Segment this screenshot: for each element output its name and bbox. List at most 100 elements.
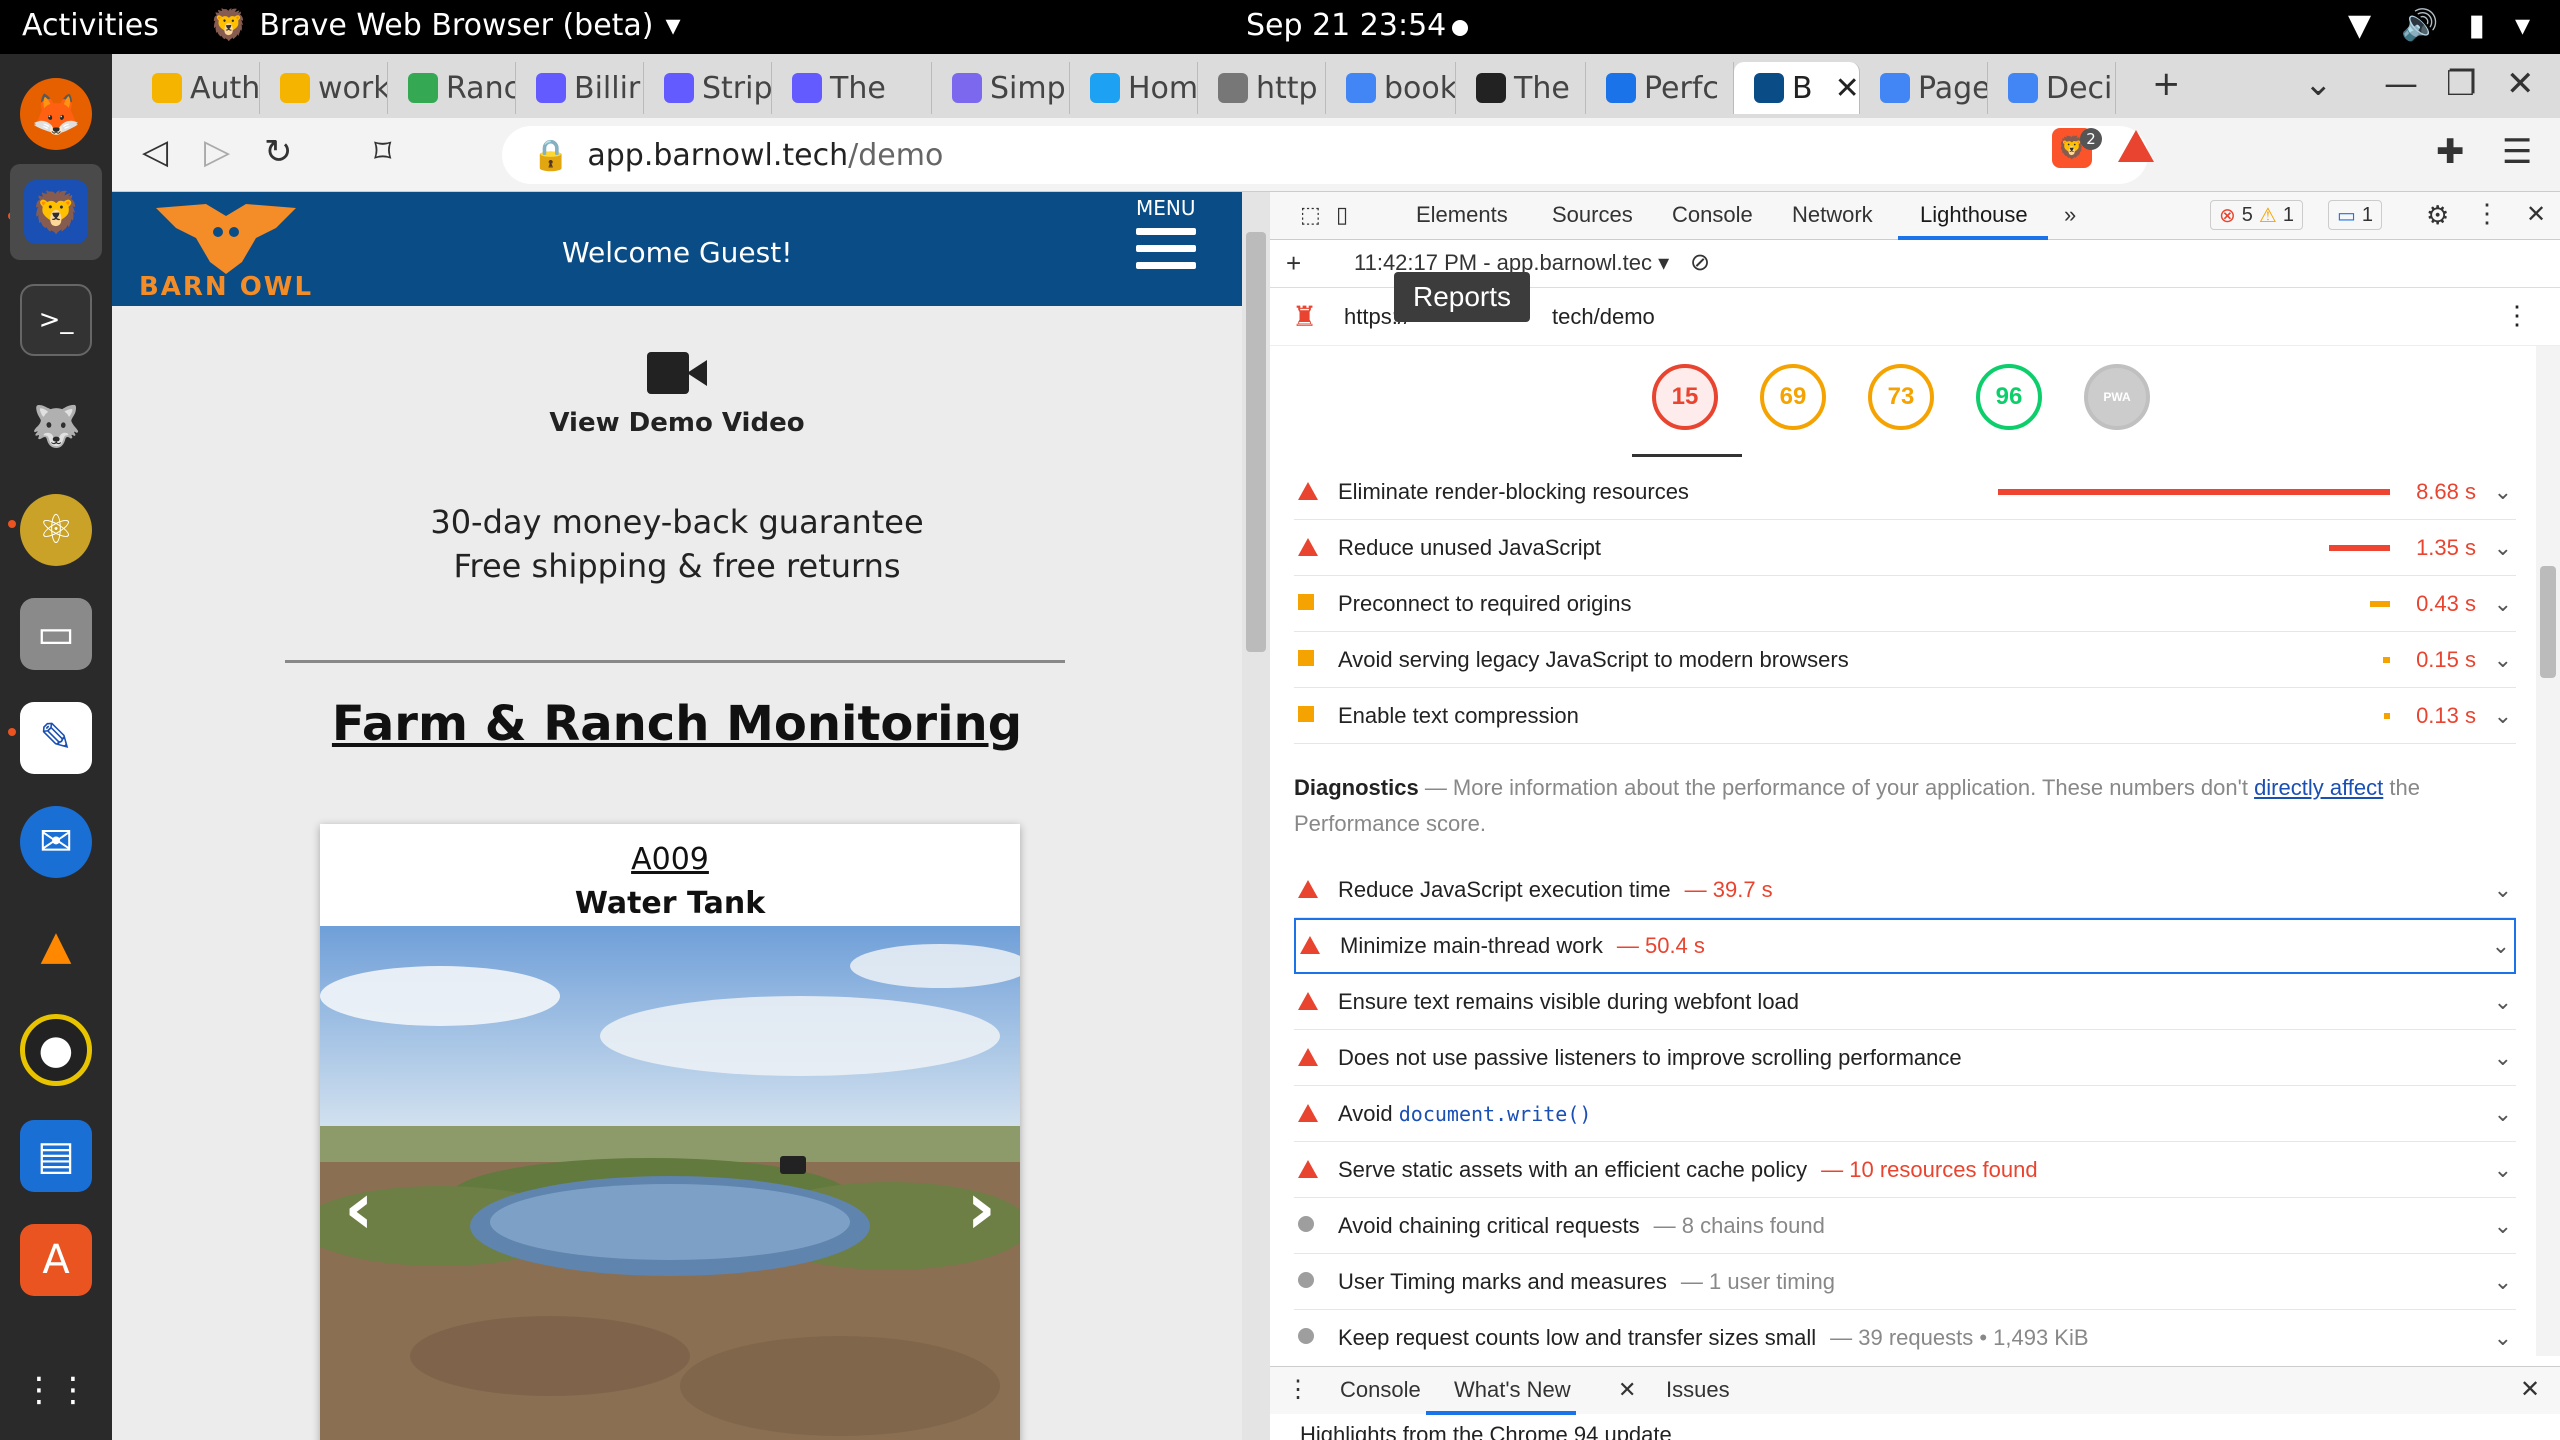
- tab-sources[interactable]: Sources: [1552, 202, 1633, 228]
- drawer-tab-whats-new[interactable]: What's New: [1454, 1377, 1571, 1403]
- chevron-down-icon[interactable]: ⌄: [2494, 647, 2512, 673]
- score-gauge[interactable]: 69: [1760, 364, 1826, 430]
- clear-reports-icon[interactable]: ⊘: [1690, 248, 1710, 277]
- new-report-icon[interactable]: +: [1286, 248, 1301, 279]
- vlc-icon[interactable]: ▲: [20, 910, 92, 982]
- score-gauge[interactable]: 73: [1868, 364, 1934, 430]
- tab-lighthouse[interactable]: Lighthouse: [1920, 202, 2028, 228]
- page-scrollbar-thumb[interactable]: [1246, 232, 1266, 652]
- browser-tab[interactable]: Perfc: [1586, 62, 1734, 114]
- diagnostic-row[interactable]: Keep request counts low and transfer siz…: [1294, 1310, 2516, 1356]
- messages-counter[interactable]: ▭ 1: [2328, 200, 2383, 230]
- browser-tab[interactable]: The: [1456, 62, 1586, 114]
- browser-tab[interactable]: http: [1198, 62, 1326, 114]
- opportunity-row[interactable]: Preconnect to required origins 0.43 s ⌄: [1294, 576, 2516, 632]
- menu-button[interactable]: MENU: [1136, 196, 1196, 279]
- score-gauge[interactable]: 15: [1652, 364, 1718, 430]
- browser-tab[interactable]: Hom: [1070, 62, 1198, 114]
- devtools-scrollbar-thumb[interactable]: [2540, 566, 2556, 678]
- opportunity-row[interactable]: Reduce unused JavaScript 1.35 s ⌄: [1294, 520, 2516, 576]
- extensions-icon[interactable]: ✚: [2436, 132, 2465, 172]
- back-icon[interactable]: ◁: [142, 132, 168, 172]
- browser-tab[interactable]: B ✕: [1734, 62, 1860, 114]
- tab-elements[interactable]: Elements: [1416, 202, 1508, 228]
- chevron-down-icon[interactable]: ⌄: [2494, 703, 2512, 729]
- score-gauge[interactable]: 96: [1976, 364, 2042, 430]
- next-photo-arrow[interactable]: ›: [966, 1166, 996, 1250]
- report-menu-icon[interactable]: ⋮: [2504, 300, 2530, 331]
- browser-tab[interactable]: book: [1326, 62, 1456, 114]
- browser-tab[interactable]: Page: [1860, 62, 1988, 114]
- system-tray[interactable]: ▼ 🔊 ▮ ▾: [2348, 8, 2530, 43]
- inspect-element-icon[interactable]: ⬚: [1300, 202, 1321, 228]
- score-gauge[interactable]: PWA: [2084, 364, 2150, 430]
- chevron-down-icon[interactable]: ⌄: [2494, 591, 2512, 617]
- close-tab-icon[interactable]: ✕: [1618, 1377, 1636, 1403]
- diagnostic-row[interactable]: Serve static assets with an efficient ca…: [1294, 1142, 2516, 1198]
- close-drawer-icon[interactable]: ✕: [2520, 1375, 2540, 1404]
- minimize-icon[interactable]: —: [2384, 64, 2418, 104]
- chevron-down-icon[interactable]: ⌄: [2494, 989, 2512, 1015]
- browser-tab[interactable]: Deci: [1988, 62, 2116, 114]
- devtools-scrollbar[interactable]: [2536, 346, 2560, 1356]
- show-apps-icon[interactable]: ⋮⋮: [20, 1354, 92, 1426]
- drawer-menu-icon[interactable]: ⋮: [1286, 1375, 1310, 1404]
- chevron-down-icon[interactable]: ⌄: [2494, 1269, 2512, 1295]
- bookmark-icon[interactable]: ⌑: [374, 132, 391, 172]
- chevron-down-icon[interactable]: ⌄: [2494, 1157, 2512, 1183]
- browser-tab[interactable]: work: [260, 62, 388, 114]
- drawer-tab-console[interactable]: Console: [1340, 1377, 1421, 1403]
- browser-menu-icon[interactable]: ☰: [2502, 132, 2532, 172]
- activities-button[interactable]: Activities: [22, 8, 159, 43]
- more-tabs-icon[interactable]: »: [2064, 202, 2076, 228]
- tab-network[interactable]: Network: [1792, 202, 1873, 228]
- directly-affect-link[interactable]: directly affect: [2254, 775, 2383, 800]
- opportunity-row[interactable]: Avoid serving legacy JavaScript to moder…: [1294, 632, 2516, 688]
- chevron-down-icon[interactable]: ⌄: [2494, 1045, 2512, 1071]
- files-icon[interactable]: ▭: [20, 598, 92, 670]
- firefox-icon[interactable]: 🦊: [20, 78, 92, 150]
- software-icon[interactable]: A: [20, 1224, 92, 1296]
- browser-tab[interactable]: Ranc: [388, 62, 516, 114]
- close-tab-icon[interactable]: ✕: [1835, 71, 1859, 106]
- chevron-down-icon[interactable]: ⌄: [2494, 535, 2512, 561]
- diagnostic-row[interactable]: Reduce JavaScript execution time — 39.7 s…: [1294, 862, 2516, 918]
- thunderbird-icon[interactable]: ✉: [20, 806, 92, 878]
- restore-icon[interactable]: ❐: [2446, 64, 2476, 104]
- browser-tab[interactable]: Simp: [932, 62, 1070, 114]
- camera-code[interactable]: A009: [320, 842, 1020, 877]
- diagnostic-row[interactable]: Minimize main-thread work — 50.4 s ⌄: [1294, 918, 2516, 974]
- close-devtools-icon[interactable]: ✕: [2526, 200, 2546, 229]
- text-editor-icon[interactable]: ✎: [20, 702, 92, 774]
- forward-icon[interactable]: ▷: [204, 132, 230, 172]
- chevron-down-icon[interactable]: ⌄: [2494, 877, 2512, 903]
- writer-icon[interactable]: ▤: [20, 1120, 92, 1192]
- new-tab-button[interactable]: +: [2152, 64, 2181, 104]
- issues-counter[interactable]: ⊗ 5 ⚠ 1: [2210, 200, 2303, 230]
- demo-video-link[interactable]: View Demo Video: [112, 352, 1242, 438]
- reload-icon[interactable]: ↻: [264, 132, 293, 172]
- section-title[interactable]: Farm & Ranch Monitoring: [112, 696, 1242, 752]
- diagnostic-row[interactable]: Ensure text remains visible during webfo…: [1294, 974, 2516, 1030]
- diagnostic-row[interactable]: Avoid chaining critical requests — 8 chai…: [1294, 1198, 2516, 1254]
- chevron-down-icon[interactable]: ⌄: [2494, 1325, 2512, 1351]
- diagnostic-row[interactable]: Does not use passive listeners to improv…: [1294, 1030, 2516, 1086]
- barn-owl-logo[interactable]: BARN OWL: [136, 198, 316, 302]
- terminal-icon[interactable]: >_: [20, 284, 92, 356]
- settings-gear-icon[interactable]: ⚙: [2426, 200, 2449, 231]
- prev-photo-arrow[interactable]: ‹: [344, 1166, 374, 1250]
- rhythmbox-icon[interactable]: ●: [20, 1014, 92, 1086]
- gimp-icon[interactable]: 🐺: [20, 390, 92, 462]
- diagnostic-row[interactable]: Avoid document.write() ⌄: [1294, 1086, 2516, 1142]
- brave-rewards-icon[interactable]: [2118, 130, 2154, 162]
- devtools-menu-icon[interactable]: ⋮: [2474, 198, 2500, 229]
- clock[interactable]: Sep 21 23:54: [1246, 8, 1446, 43]
- close-window-icon[interactable]: ✕: [2506, 64, 2535, 104]
- browser-tab[interactable]: The: [772, 62, 932, 114]
- page-scrollbar[interactable]: [1242, 192, 1270, 1440]
- device-toolbar-icon[interactable]: ▯: [1336, 202, 1348, 228]
- chevron-down-icon[interactable]: ⌄: [2494, 1101, 2512, 1127]
- browser-tab[interactable]: Billir: [516, 62, 644, 114]
- browser-tab[interactable]: Strip: [644, 62, 772, 114]
- opportunity-row[interactable]: Eliminate render-blocking resources 8.68 …: [1294, 464, 2516, 520]
